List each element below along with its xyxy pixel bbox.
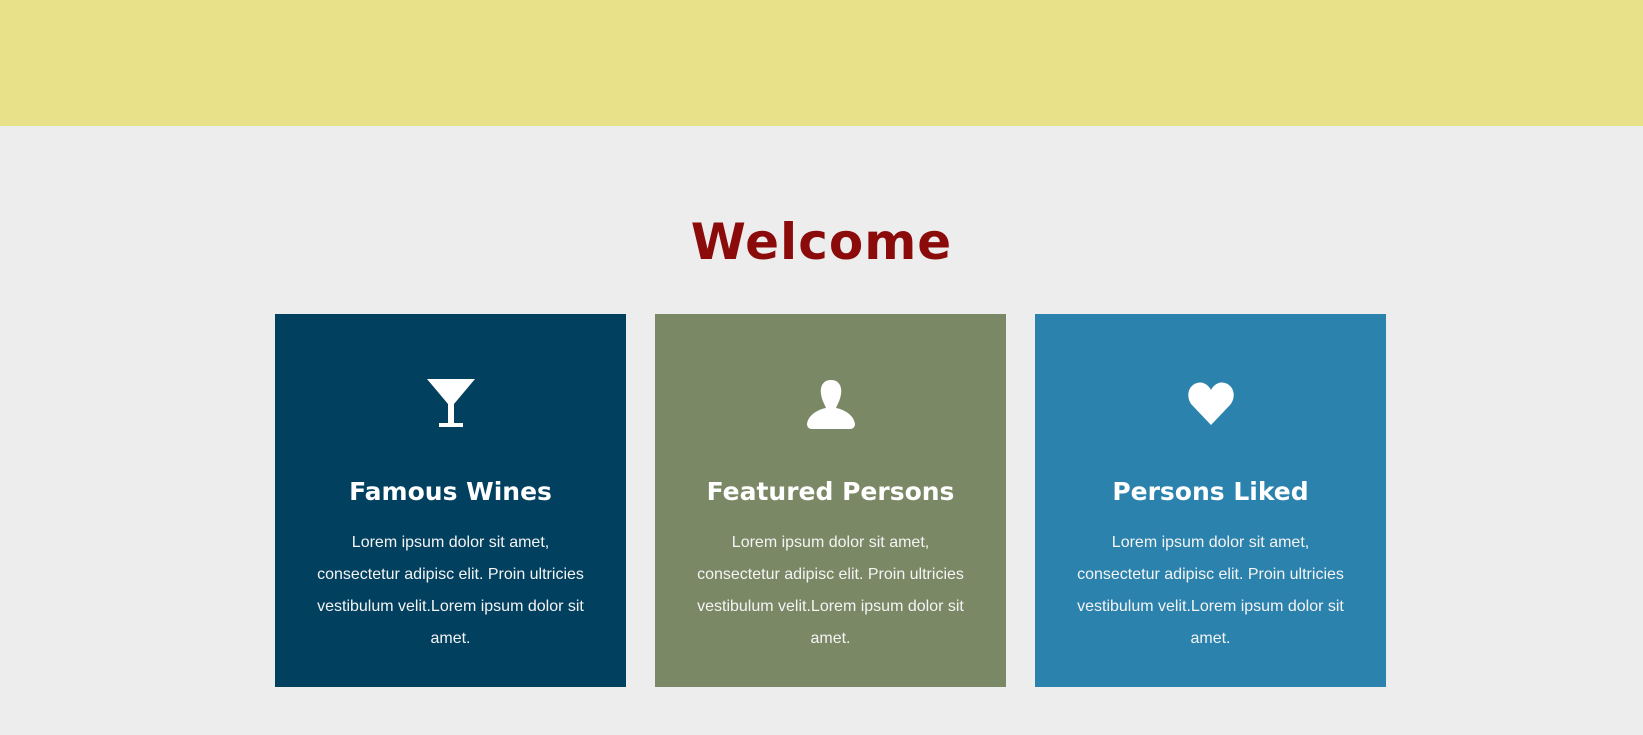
- card-title: Persons Liked: [1112, 477, 1309, 506]
- cocktail-glass-icon: [275, 378, 626, 430]
- card-famous-wines[interactable]: Famous Wines Lorem ipsum dolor sit amet,…: [275, 314, 626, 687]
- card-text: Lorem ipsum dolor sit amet, consectetur …: [317, 534, 584, 647]
- welcome-section: Welcome Famous Wines Lorem ipsum dolor s…: [0, 126, 1643, 735]
- card-persons-liked[interactable]: Persons Liked Lorem ipsum dolor sit amet…: [1035, 314, 1386, 687]
- card-featured-persons[interactable]: Featured Persons Lorem ipsum dolor sit a…: [655, 314, 1006, 687]
- card-title: Featured Persons: [706, 477, 955, 506]
- welcome-title: Welcome: [690, 213, 953, 271]
- user-icon: [655, 378, 1006, 430]
- top-banner: [0, 0, 1643, 126]
- card-text: Lorem ipsum dolor sit amet, consectetur …: [697, 534, 964, 647]
- heart-icon: [1035, 378, 1386, 430]
- card-title: Famous Wines: [349, 477, 552, 506]
- card-text: Lorem ipsum dolor sit amet, consectetur …: [1077, 534, 1344, 647]
